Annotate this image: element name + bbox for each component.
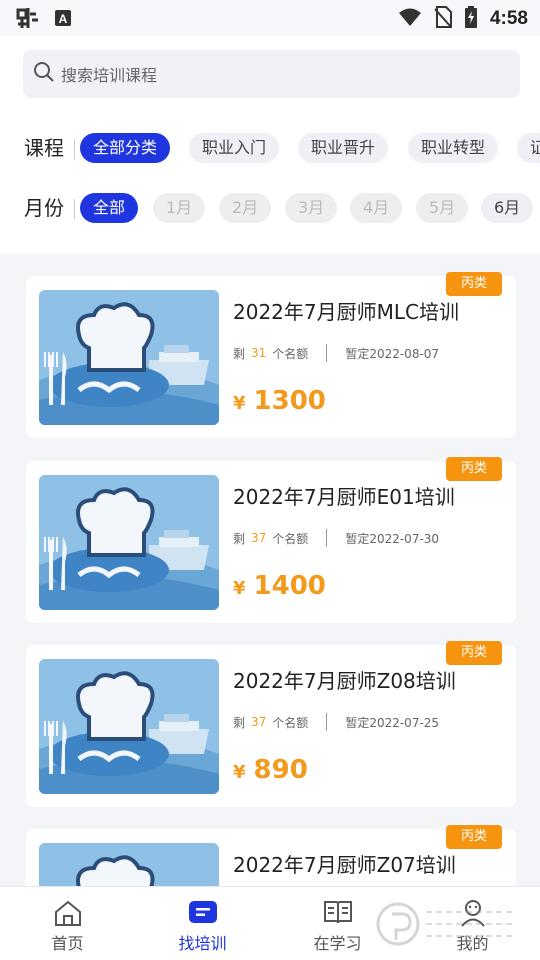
month-filter-label: 月份 xyxy=(24,196,64,220)
chip-month-6[interactable]: 6月 xyxy=(481,193,534,223)
find-training-icon xyxy=(188,899,218,929)
course-price: ¥ 1300 xyxy=(233,386,326,416)
price-value: 890 xyxy=(253,755,308,785)
remain-prefix: 剩 xyxy=(233,715,246,730)
remain-suffix: 个名额 xyxy=(272,715,309,730)
course-meta: 剩 31 个名额 暂定2022-08-07 xyxy=(233,344,439,362)
nav-label: 首页 xyxy=(51,934,84,953)
home-icon xyxy=(53,899,83,931)
remain-count: 31 xyxy=(251,346,267,360)
watermark-logo xyxy=(374,892,534,954)
currency-symbol: ¥ xyxy=(233,578,246,599)
course-title: 2022年7月厨师Z08培训 xyxy=(233,669,456,693)
course-thumbnail xyxy=(39,659,219,794)
remain-prefix: 剩 xyxy=(233,531,246,546)
remain-suffix: 个名额 xyxy=(272,531,309,546)
divider xyxy=(326,713,328,731)
divider xyxy=(326,344,328,362)
status-time: 4:58 xyxy=(489,8,528,29)
course-meta: 剩 37 个名额 暂定2022-07-30 xyxy=(233,529,439,547)
battery-icon xyxy=(464,6,478,32)
chip-month-5[interactable]: 5月 xyxy=(416,193,469,223)
price-value: 1300 xyxy=(253,386,326,416)
font-a-icon: A xyxy=(54,9,72,31)
chip-month-all[interactable]: 全部 xyxy=(80,193,139,223)
course-filter-row: 课程 全部分类 职业入门 职业晋升 职业转型 证 xyxy=(0,133,540,167)
book-icon xyxy=(323,899,353,929)
course-date: 暂定2022-08-07 xyxy=(345,346,440,361)
course-thumbnail xyxy=(39,290,219,425)
remain-prefix: 剩 xyxy=(233,346,246,361)
course-date: 暂定2022-07-30 xyxy=(345,531,440,546)
wifi-icon xyxy=(398,7,422,31)
app-bug-icon xyxy=(14,6,40,34)
currency-symbol: ¥ xyxy=(233,762,246,783)
chip-month-1[interactable]: 1月 xyxy=(153,193,206,223)
nav-find-training[interactable]: 找培训 xyxy=(135,887,270,960)
no-sim-icon xyxy=(434,6,452,32)
search-icon xyxy=(33,61,55,87)
status-bar: A 4:58 xyxy=(0,0,540,36)
chip-month-4[interactable]: 4月 xyxy=(350,193,403,223)
chip-career-entry[interactable]: 职业入门 xyxy=(189,133,280,163)
chip-career-promotion[interactable]: 职业晋升 xyxy=(298,133,389,163)
remain-suffix: 个名额 xyxy=(272,346,309,361)
svg-text:A: A xyxy=(59,12,68,26)
course-price: ¥ 890 xyxy=(233,755,308,785)
month-filter-row: 月份 全部 1月 2月 3月 4月 5月 6月 xyxy=(0,193,540,227)
divider xyxy=(74,139,75,159)
chip-career-transition[interactable]: 职业转型 xyxy=(408,133,499,163)
category-badge: 丙类 xyxy=(446,272,502,296)
course-meta: 剩 37 个名额 暂定2022-07-25 xyxy=(233,713,439,731)
currency-symbol: ¥ xyxy=(233,393,246,414)
nav-label: 找培训 xyxy=(178,934,227,953)
chip-certificate[interactable]: 证 xyxy=(517,133,540,163)
course-title: 2022年7月厨师MLC培训 xyxy=(233,300,459,324)
course-title: 2022年7月厨师E01培训 xyxy=(233,485,455,509)
category-badge: 丙类 xyxy=(446,825,502,849)
course-filter-label: 课程 xyxy=(24,136,64,160)
course-title: 2022年7月厨师Z07培训 xyxy=(233,853,456,877)
course-thumbnail xyxy=(39,475,219,610)
category-badge: 丙类 xyxy=(446,641,502,665)
course-price: ¥ 1400 xyxy=(233,571,326,601)
chip-all-categories[interactable]: 全部分类 xyxy=(80,133,171,163)
remain-count: 37 xyxy=(251,715,267,729)
course-card[interactable]: 2022年7月厨师MLC培训 剩 31 个名额 暂定2022-08-07 ¥ 1… xyxy=(26,272,516,438)
chip-month-3[interactable]: 3月 xyxy=(285,193,338,223)
chip-month-2[interactable]: 2月 xyxy=(219,193,272,223)
course-card[interactable]: 2022年7月厨师E01培训 剩 37 个名额 暂定2022-07-30 ¥ 1… xyxy=(26,457,516,623)
course-date: 暂定2022-07-25 xyxy=(345,715,440,730)
category-badge: 丙类 xyxy=(446,457,502,481)
remain-count: 37 xyxy=(251,531,267,545)
divider xyxy=(326,529,328,547)
price-value: 1400 xyxy=(253,571,326,601)
course-card[interactable]: 2022年7月厨师Z08培训 剩 37 个名额 暂定2022-07-25 ¥ 8… xyxy=(26,641,516,807)
nav-home[interactable]: 首页 xyxy=(0,887,135,960)
search-bar[interactable]: 搜索培训课程 xyxy=(23,50,520,98)
divider xyxy=(74,199,75,219)
search-input[interactable]: 搜索培训课程 xyxy=(61,62,157,86)
